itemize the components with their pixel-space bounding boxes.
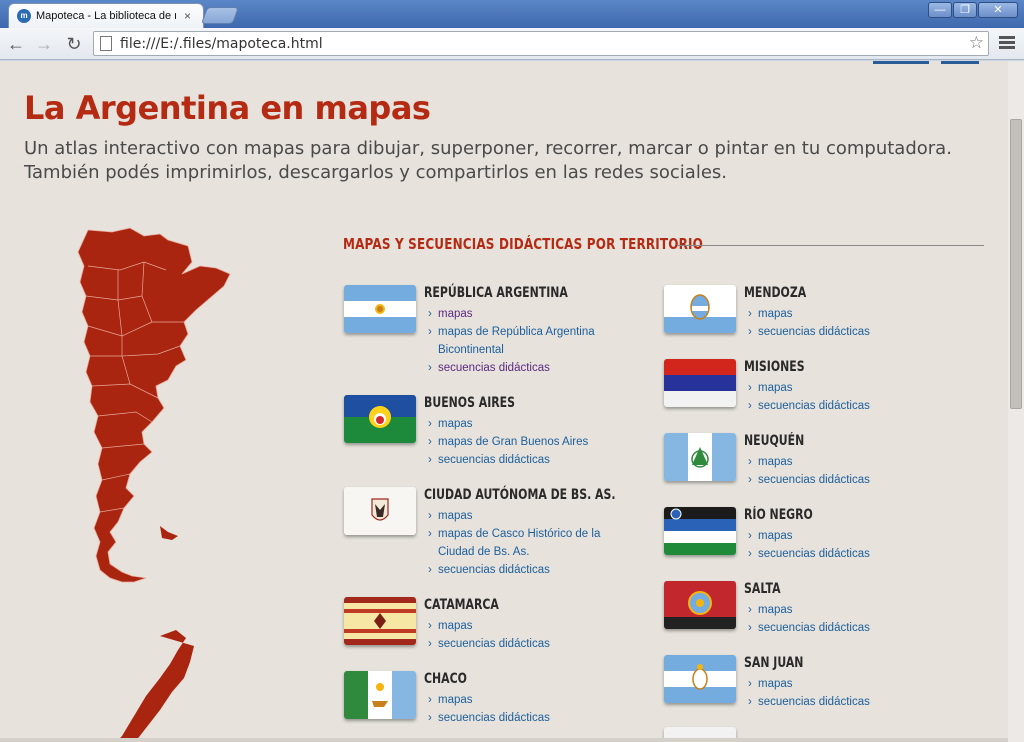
territory-name[interactable]: RÍO NEGRO xyxy=(744,507,813,523)
link-mapas[interactable]: mapas xyxy=(748,527,958,545)
tab-title: Mapoteca - La biblioteca de r xyxy=(36,10,176,22)
top-nav-tab-1[interactable] xyxy=(873,61,929,64)
top-nav-tab-2[interactable] xyxy=(941,61,979,64)
link-mapas[interactable]: mapas xyxy=(748,675,958,693)
vertical-scrollbar[interactable] xyxy=(1008,61,1024,742)
link-mapas[interactable]: mapas xyxy=(748,379,958,397)
territory-name[interactable]: NEUQUÉN xyxy=(744,433,804,449)
link-mapas[interactable]: mapas xyxy=(428,617,638,635)
minimize-button[interactable]: — xyxy=(928,2,952,18)
island-shape xyxy=(160,526,178,540)
argentina-mainland-shape xyxy=(77,227,231,583)
link-mapas-gba[interactable]: mapas de Gran Buenos Aires xyxy=(428,433,638,451)
link-mapas-bicontinental[interactable]: mapas de República Argentina Bicontinent… xyxy=(428,323,638,359)
link-secuencias[interactable]: secuencias didácticas xyxy=(748,619,958,637)
flag-san-juan-icon[interactable] xyxy=(664,655,736,703)
close-window-button[interactable]: ✕ xyxy=(978,2,1018,18)
territory-name[interactable]: SAN JUAN xyxy=(744,655,803,671)
territory-links: mapas secuencias didácticas xyxy=(428,691,638,727)
territory-name[interactable]: MENDOZA xyxy=(744,285,806,301)
flag-rio-negro-icon[interactable] xyxy=(664,507,736,555)
horizontal-scrollbar[interactable] xyxy=(0,738,1008,742)
link-secuencias[interactable]: secuencias didácticas xyxy=(748,323,958,341)
territory-name[interactable]: CIUDAD AUTÓNOMA DE BS. AS. xyxy=(424,487,616,503)
territory-links: mapas secuencias didácticas xyxy=(748,453,958,489)
territory-name[interactable]: CATAMARCA xyxy=(424,597,499,613)
territory-links: mapas secuencias didácticas xyxy=(748,379,958,415)
flag-buenos-aires-icon[interactable] xyxy=(344,395,416,443)
flag-caba-icon[interactable] xyxy=(344,487,416,535)
scrollbar-thumb[interactable] xyxy=(1010,119,1022,409)
browser-toolbar: ← → ↻ file:///E:/.files/mapoteca.html ☆ xyxy=(0,28,1024,60)
link-secuencias[interactable]: secuencias didácticas xyxy=(748,471,958,489)
flag-neuquen-icon[interactable] xyxy=(664,433,736,481)
link-secuencias[interactable]: secuencias didácticas xyxy=(428,709,638,727)
url-text[interactable]: file:///E:/.files/mapoteca.html xyxy=(120,36,323,52)
link-secuencias[interactable]: secuencias didácticas xyxy=(428,359,638,377)
link-mapas[interactable]: mapas xyxy=(428,305,638,323)
section-divider xyxy=(678,245,984,246)
territory-links: mapas mapas de Casco Histórico de la Ciu… xyxy=(428,507,638,579)
link-mapas[interactable]: mapas xyxy=(748,601,958,619)
link-secuencias[interactable]: secuencias didácticas xyxy=(428,561,638,579)
flag-catamarca-icon[interactable] xyxy=(344,597,416,645)
new-tab-button[interactable] xyxy=(200,7,240,24)
territory-links: mapas secuencias didácticas xyxy=(748,527,958,563)
address-bar[interactable]: file:///E:/.files/mapoteca.html ☆ xyxy=(93,31,989,56)
link-secuencias[interactable]: secuencias didácticas xyxy=(428,635,638,653)
flag-salta-icon[interactable] xyxy=(664,581,736,629)
link-mapas[interactable]: mapas xyxy=(428,691,638,709)
link-secuencias[interactable]: secuencias didácticas xyxy=(748,397,958,415)
link-mapas[interactable]: mapas xyxy=(748,305,958,323)
tab-close-icon[interactable]: × xyxy=(184,9,191,23)
page-content: La Argentina en mapas Un atlas interacti… xyxy=(0,61,1008,742)
argentina-map[interactable] xyxy=(60,226,250,742)
flag-misiones-icon[interactable] xyxy=(664,359,736,407)
antarctica-shape xyxy=(116,630,194,742)
territory-name[interactable]: REPÚBLICA ARGENTINA xyxy=(424,285,568,301)
territory-links: mapas mapas de República Argentina Bicon… xyxy=(428,305,638,377)
page-title: La Argentina en mapas xyxy=(24,89,431,127)
link-mapas[interactable]: mapas xyxy=(428,507,638,525)
territory-name[interactable]: BUENOS AIRES xyxy=(424,395,515,411)
territory-links: mapas secuencias didácticas xyxy=(428,617,638,653)
back-arrow-icon[interactable]: ← xyxy=(5,33,27,55)
site-favicon-icon: m xyxy=(17,9,31,23)
territory-name[interactable]: SALTA xyxy=(744,581,781,597)
page-icon xyxy=(100,36,112,51)
territory-links: mapas mapas de Gran Buenos Aires secuenc… xyxy=(428,415,638,469)
link-secuencias[interactable]: secuencias didácticas xyxy=(748,545,958,563)
territory-links: mapas secuencias didácticas xyxy=(748,305,958,341)
bookmark-star-icon[interactable]: ☆ xyxy=(969,33,984,53)
link-secuencias[interactable]: secuencias didácticas xyxy=(748,693,958,711)
flag-chaco-icon[interactable] xyxy=(344,671,416,719)
territory-name[interactable]: MISIONES xyxy=(744,359,805,375)
link-mapas[interactable]: mapas xyxy=(748,453,958,471)
window-titlebar: m Mapoteca - La biblioteca de r × — ❐ ✕ xyxy=(0,0,1024,28)
page-subtitle: Un atlas interactivo con mapas para dibu… xyxy=(24,138,952,183)
forward-arrow-icon[interactable]: → xyxy=(33,33,55,55)
browser-tab[interactable]: m Mapoteca - La biblioteca de r × xyxy=(8,3,204,28)
link-mapas[interactable]: mapas xyxy=(428,415,638,433)
link-mapas-casco-historico[interactable]: mapas de Casco Histórico de la Ciudad de… xyxy=(428,525,638,561)
menu-icon[interactable] xyxy=(999,34,1015,54)
flag-republica-argentina-icon[interactable] xyxy=(344,285,416,333)
link-secuencias[interactable]: secuencias didácticas xyxy=(428,451,638,469)
maximize-button[interactable]: ❐ xyxy=(953,2,977,18)
flag-mendoza-icon[interactable] xyxy=(664,285,736,333)
territory-links: mapas secuencias didácticas xyxy=(748,601,958,637)
section-title: MAPAS Y SECUENCIAS DIDÁCTICAS POR TERRIT… xyxy=(343,235,704,253)
territory-name[interactable]: CHACO xyxy=(424,671,467,687)
territory-links: mapas secuencias didácticas xyxy=(748,675,958,711)
reload-icon[interactable]: ↻ xyxy=(63,33,85,55)
